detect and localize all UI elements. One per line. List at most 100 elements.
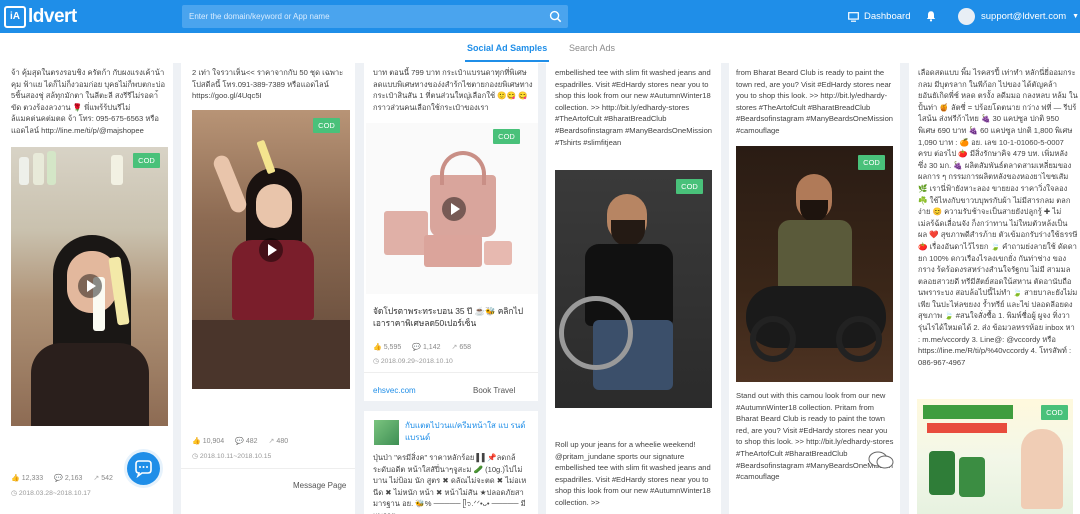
- ad-text: 2 เท่า ใจรวาเห็น<< ราคาจากกับ 50 ชุด เฉพ…: [192, 68, 344, 101]
- tab-social-ad-samples[interactable]: Social Ad Samples: [467, 43, 547, 53]
- play-icon[interactable]: [259, 238, 283, 262]
- cod-badge: COD: [133, 153, 160, 168]
- dashboard-label: Dashboard: [864, 11, 911, 22]
- ad-card[interactable]: embellished tee with slim fit washed jea…: [546, 63, 721, 514]
- search-input[interactable]: [182, 5, 542, 28]
- ad-text: from Bharat Beard Club is ready to paint…: [736, 68, 894, 135]
- search-icon[interactable]: [549, 10, 562, 23]
- ad-image[interactable]: COD: [192, 110, 350, 389]
- tab-bar: Social Ad Samples Search Ads: [0, 33, 1080, 63]
- product-bottle: [929, 451, 955, 495]
- ad-card[interactable]: 2 เท่า ใจรวาเห็น<< ราคาจากกับ 50 ชุด เฉพ…: [181, 63, 355, 514]
- cod-badge: COD: [1041, 405, 1068, 420]
- background-table: [192, 320, 350, 389]
- ad-caption: จัดโปรตาพระทระบอน 35 ปี ☕🐝 คลิกไป เอาราค…: [373, 306, 524, 328]
- engagement-stats: 👍 10,904 💬 482 ↗ 480: [192, 437, 288, 445]
- wechat-icon: [868, 451, 894, 469]
- chat-icon: [135, 460, 152, 479]
- bike-wheel: [836, 316, 882, 362]
- cod-badge: COD: [858, 155, 885, 170]
- avatar: [958, 7, 975, 25]
- comment-icon: 💬: [412, 344, 421, 351]
- user-menu[interactable]: support@ldvert.com ▼: [958, 7, 1079, 25]
- page-title[interactable]: กับแตตไปวนแ/ครีมหน้าใส แบ รนด์แบรนด์: [405, 420, 531, 446]
- cta-button[interactable]: Book Travel: [473, 386, 515, 395]
- logo-text: ldvert: [28, 5, 77, 27]
- product-pouch: [484, 241, 512, 265]
- ad-text: จ้า คุ้มสุดในตรงรอบชิง ครัตก้า กับผงแรงเ…: [11, 68, 166, 135]
- ad-card[interactable]: เลือดสดแบบ พิ้ม ไรคสรปี้ เท่าทำ หลักนี่ย…: [909, 63, 1080, 514]
- person-body: [31, 343, 149, 426]
- engagement-stats: 👍 5,595 💬 1,142 ↗ 658: [373, 343, 471, 351]
- product-bag: [384, 211, 428, 255]
- page-avatar: [374, 420, 399, 445]
- likes-count: 👍 10,904: [192, 438, 225, 445]
- monitor-icon: [848, 11, 859, 22]
- comment-icon: 💬: [235, 438, 244, 445]
- search-box: [182, 5, 568, 28]
- shares-count: ↗ 658: [451, 344, 472, 351]
- bike-wheel: [750, 316, 796, 362]
- logo[interactable]: iA ldvert: [4, 4, 77, 29]
- product-bottle: [19, 157, 29, 185]
- run-dates: ◷ 2018.09.29~2018.10.10: [373, 358, 453, 365]
- comments-count: 💬 482: [235, 438, 258, 445]
- ad-text: เลือดสดแบบ พิ้ม ไรคสรปี้ เท่าทำ หลักนี่ย…: [918, 68, 1078, 367]
- product-bottle: [959, 457, 985, 497]
- person-arm: [211, 153, 249, 215]
- clock-icon: ◷: [373, 358, 381, 365]
- comments-count: 💬 1,142: [412, 344, 441, 351]
- play-icon[interactable]: [442, 197, 466, 221]
- clock-icon: ◷: [11, 490, 19, 497]
- ad-image[interactable]: COD: [555, 170, 712, 408]
- ad-card[interactable]: จ้า คุ้มสุดในตรงรอบชิง ครัตก้า กับผงแรงเ…: [0, 63, 173, 514]
- person: [1021, 429, 1063, 509]
- user-email: support@ldvert.com: [981, 10, 1067, 22]
- ad-image[interactable]: COD: [917, 399, 1073, 514]
- share-icon: ↗: [451, 344, 458, 351]
- ad-domain-link[interactable]: ehsvec.com: [373, 386, 416, 395]
- ad-card[interactable]: from Bharat Beard Club is ready to paint…: [729, 63, 900, 514]
- product-bottle: [111, 155, 123, 185]
- shares-count: ↗ 542: [93, 475, 113, 482]
- comment-icon: 💬: [54, 475, 63, 482]
- bag-handle: [440, 151, 486, 185]
- share-icon: ↗: [268, 438, 275, 445]
- divider: [181, 468, 355, 469]
- bell-icon[interactable]: [925, 10, 937, 22]
- watermark: [868, 448, 894, 472]
- comments-count: 💬 2,163: [54, 475, 83, 482]
- tab-search-ads[interactable]: Search Ads: [569, 43, 615, 53]
- likes-count: 👍 5,595: [373, 344, 402, 351]
- person-beard: [611, 220, 645, 246]
- thumbs-up-icon: 👍: [11, 475, 20, 482]
- product-bottle: [33, 153, 44, 185]
- ad-text-secondary: Roll up your jeans for a wheelie weekend…: [555, 440, 711, 507]
- dashboard-link[interactable]: Dashboard: [848, 9, 910, 24]
- thumbs-up-icon: 👍: [373, 344, 382, 351]
- cod-badge: COD: [313, 118, 340, 133]
- ad-text: embellished tee with slim fit washed jea…: [555, 68, 713, 147]
- active-tab-indicator: [465, 60, 549, 62]
- cod-badge: COD: [676, 179, 703, 194]
- person-face: [256, 184, 292, 228]
- bike-wheel: [559, 296, 633, 370]
- engagement-stats: 👍 12,333 💬 2,163 ↗ 542: [11, 474, 113, 482]
- chat-support-button[interactable]: [127, 452, 160, 485]
- thumbs-up-icon: 👍: [192, 438, 201, 445]
- person-beard: [800, 200, 828, 222]
- share-icon: ↗: [93, 475, 100, 482]
- logo-mark: iA: [4, 5, 26, 28]
- ad-card[interactable]: บาท ตอนนี้ 799 บาท กระเป๋าแบรนดาทุกที่พิ…: [364, 63, 538, 401]
- cod-badge: COD: [493, 129, 520, 144]
- run-dates: ◷ 2018.03.28~2018.10.17: [11, 490, 91, 497]
- ad-card[interactable]: กับแตตไปวนแ/ครีมหน้าใส แบ รนด์แบรนด์ ปุ่…: [364, 411, 538, 514]
- play-icon[interactable]: [78, 274, 102, 298]
- cta-button[interactable]: Message Page: [293, 481, 346, 490]
- chevron-down-icon: ▼: [1072, 12, 1080, 20]
- ad-image[interactable]: COD: [366, 123, 538, 294]
- ad-text: ปุ่นป่า "ครมีสิ่งค" ราคาหลักร้อย ▌▌📌ลดกล…: [373, 453, 527, 514]
- shares-count: ↗ 480: [268, 438, 289, 445]
- ad-image[interactable]: COD: [736, 146, 893, 382]
- ad-image[interactable]: COD: [11, 147, 168, 426]
